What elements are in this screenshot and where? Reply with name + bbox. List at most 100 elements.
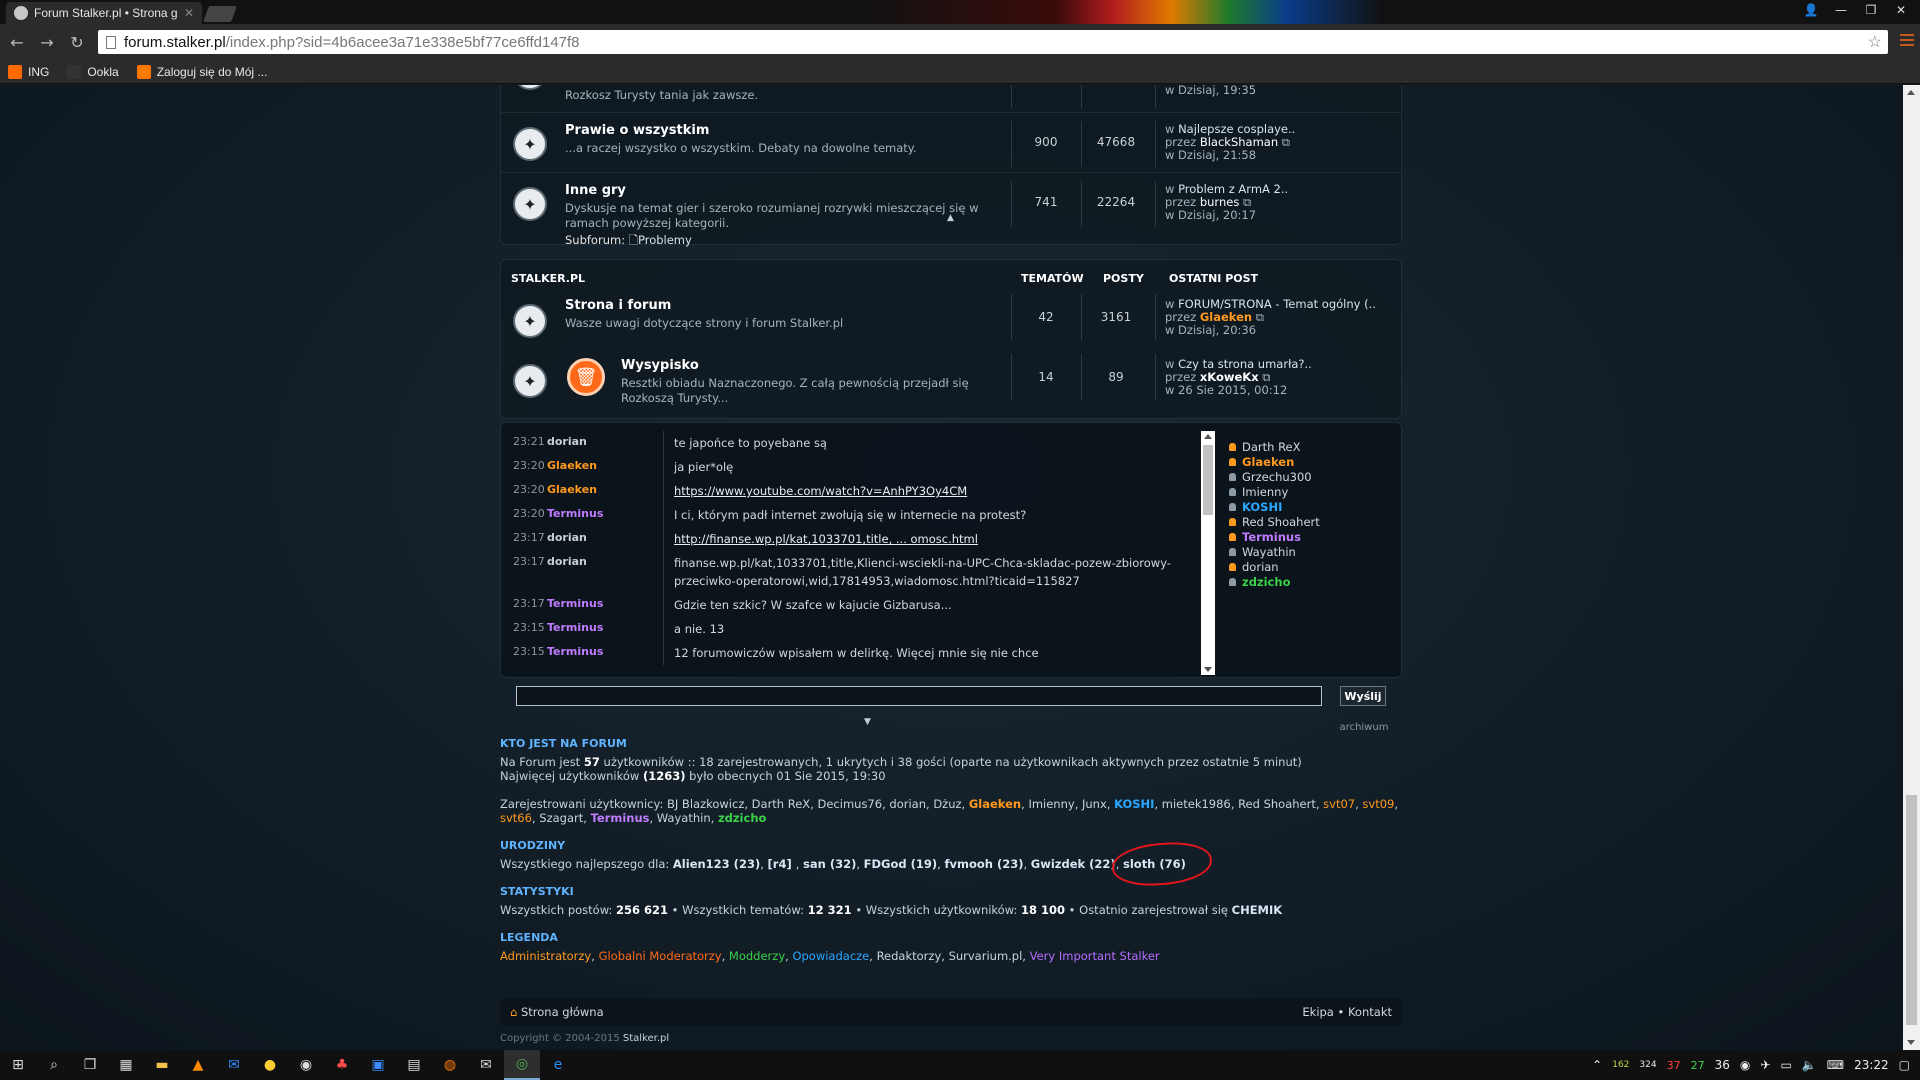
newest-user-link[interactable]: CHEMIK <box>1232 903 1283 917</box>
online-user[interactable]: Grzechu300 <box>1229 469 1389 484</box>
windows-start-icon[interactable]: ⊞ <box>0 1050 36 1080</box>
tray-expand-icon[interactable]: ⌃ <box>1592 1058 1602 1072</box>
new-tab-button[interactable] <box>203 6 237 22</box>
view-post-icon[interactable]: ⧉ <box>1243 195 1251 209</box>
shout-link[interactable]: https://www.youtube.com/watch?v=AnhPY3Oy… <box>674 484 967 498</box>
address-bar[interactable]: forum.stalker.pl/index.php?sid=4b6acee3a… <box>98 30 1888 54</box>
forward-arrow-icon[interactable]: → <box>34 29 60 55</box>
forum-title[interactable]: Strona i forum <box>565 298 671 313</box>
last-post-link[interactable]: Najlepsze cosplaye.. <box>1178 122 1295 136</box>
bookmark-ing[interactable]: ING <box>8 64 49 79</box>
forum-row[interactable]: ✦ Inne gry Dyskusje na temat gier i szer… <box>501 172 1401 247</box>
scroll-down-arrow-icon[interactable] <box>1907 1040 1915 1045</box>
birthday-user-link[interactable]: [r4] <box>768 857 796 871</box>
view-post-icon[interactable]: ⧉ <box>1282 135 1290 149</box>
messenger-icon[interactable]: ✉ <box>216 1050 252 1080</box>
subforum-link[interactable]: Problemy <box>638 233 692 247</box>
scroll-thumb[interactable] <box>1203 445 1213 515</box>
home-link[interactable]: ⌂ Strona główna <box>510 1005 604 1019</box>
registered-user-link[interactable]: zdzicho <box>718 811 766 825</box>
game-icon[interactable]: ♣ <box>324 1050 360 1080</box>
file-explorer-icon[interactable]: ▬ <box>144 1050 180 1080</box>
registered-user-link[interactable]: Imienny <box>1028 797 1074 811</box>
browser-tab[interactable]: Forum Stalker.pl • Strona g ✕ <box>6 2 202 24</box>
chrome-icon[interactable]: ◎ <box>504 1050 540 1080</box>
online-user[interactable]: Imienny <box>1229 484 1389 499</box>
shout-author[interactable]: dorian <box>547 551 663 593</box>
registered-user-link[interactable]: svt66 <box>500 811 532 825</box>
shout-author[interactable]: Terminus <box>547 593 663 617</box>
eos-icon[interactable]: ▤ <box>396 1050 432 1080</box>
forum-row[interactable]: ✦ 🗑 Wysypisko Resztki obiadu Naznaczoneg… <box>501 354 1401 414</box>
search-icon[interactable]: ⌕ <box>36 1050 72 1080</box>
shout-author[interactable]: Terminus <box>547 641 663 665</box>
registered-user-link[interactable]: BJ Blazkowicz <box>667 797 744 811</box>
forum-row[interactable]: ✦ Prawie o wszystkim ...a raczej wszystk… <box>501 112 1401 172</box>
forum-title[interactable]: Prawie o wszystkim <box>565 123 709 138</box>
keyboard-icon[interactable]: ⌨ <box>1827 1058 1844 1072</box>
legend-group-link[interactable]: Redaktorzy <box>877 949 942 963</box>
shout-author[interactable]: Terminus <box>547 617 663 641</box>
bookmark-star-icon[interactable]: ☆ <box>1868 32 1882 52</box>
online-user[interactable]: Glaeken <box>1229 454 1389 469</box>
view-post-icon[interactable]: ⧉ <box>1262 370 1270 384</box>
last-poster[interactable]: burnes <box>1200 195 1239 209</box>
online-user[interactable]: Darth ReX <box>1229 439 1389 454</box>
registered-user-link[interactable]: Terminus <box>591 811 650 825</box>
scroll-down-arrow-icon[interactable] <box>1204 667 1212 672</box>
online-user[interactable]: Red Shoahert <box>1229 514 1389 529</box>
clock[interactable]: 23:22 <box>1854 1058 1889 1072</box>
close-window-button[interactable]: ✕ <box>1888 1 1914 19</box>
wifi-icon[interactable]: ✈ <box>1760 1058 1770 1072</box>
birthday-user-link[interactable]: san (32) <box>803 857 856 871</box>
legend-group-link[interactable]: Globalni Moderatorzy <box>599 949 722 963</box>
page-scrollbar[interactable] <box>1903 85 1920 1050</box>
archive-button[interactable]: archiwum <box>1332 719 1396 737</box>
bookmark-login[interactable]: Zaloguj się do Mój ... <box>136 64 267 79</box>
registered-user-link[interactable]: svt07 <box>1323 797 1355 811</box>
scroll-up-arrow-icon[interactable] <box>1204 434 1212 439</box>
steam-icon[interactable]: ◉ <box>288 1050 324 1080</box>
back-arrow-icon[interactable]: ← <box>4 29 30 55</box>
shout-author[interactable]: Glaeken <box>547 479 663 503</box>
save-icon[interactable]: ▣ <box>360 1050 396 1080</box>
close-tab-icon[interactable]: ✕ <box>184 6 194 20</box>
view-post-icon[interactable]: ⧉ <box>1256 310 1264 324</box>
shout-author[interactable]: Terminus <box>547 503 663 527</box>
legend-group-link[interactable]: Survarium.pl <box>949 949 1023 963</box>
scroll-up-arrow-icon[interactable] <box>1907 90 1915 95</box>
legend-group-link[interactable]: Opowiadacze <box>792 949 869 963</box>
last-poster[interactable]: Glaeken <box>1200 310 1252 324</box>
bookmark-ookla[interactable]: Ookla <box>67 64 119 79</box>
steam-tray-icon[interactable]: ◉ <box>1740 1058 1750 1072</box>
birthday-user-link[interactable]: FDGod (19) <box>864 857 938 871</box>
registered-user-link[interactable]: Junx <box>1082 797 1107 811</box>
registered-user-link[interactable]: Decimus76 <box>818 797 883 811</box>
online-user[interactable]: dorian <box>1229 559 1389 574</box>
shoutbox-scrollbar[interactable] <box>1201 431 1215 675</box>
birthday-user-link[interactable]: Gwizdek (22) <box>1031 857 1116 871</box>
last-poster[interactable]: BlackShaman <box>1200 135 1278 149</box>
minimize-button[interactable]: — <box>1828 1 1854 19</box>
shout-input[interactable] <box>516 686 1322 706</box>
collapse-chevron-up-icon[interactable]: ▲ <box>947 213 954 223</box>
contact-link[interactable]: Kontakt <box>1348 1005 1392 1019</box>
shout-link[interactable]: http://finanse.wp.pl/kat,1033701,title, … <box>674 532 978 546</box>
vlc-icon[interactable]: ▲ <box>180 1050 216 1080</box>
last-poster[interactable]: xKoweKx <box>1200 370 1259 384</box>
last-post-link[interactable]: Problem z ArmA 2.. <box>1178 182 1288 196</box>
registered-user-link[interactable]: Wayathin <box>657 811 711 825</box>
online-user[interactable]: zdzicho <box>1229 574 1389 589</box>
registered-user-link[interactable]: KOSHI <box>1114 797 1154 811</box>
online-user[interactable]: Terminus <box>1229 529 1389 544</box>
expand-chevron-down-icon[interactable]: ▼ <box>864 717 871 727</box>
send-button[interactable]: Wyślij <box>1340 686 1386 706</box>
restore-button[interactable]: ❐ <box>1858 1 1884 19</box>
legend-group-link[interactable]: Administratorzy <box>500 949 591 963</box>
legend-group-link[interactable]: Modderzy <box>729 949 785 963</box>
calculator-icon[interactable]: ▦ <box>108 1050 144 1080</box>
registered-user-link[interactable]: Red Shoahert <box>1238 797 1316 811</box>
forum-title[interactable]: Inne gry <box>565 183 626 198</box>
forum-row[interactable]: ✦ Strona i forum Wasze uwagi dotyczące s… <box>501 294 1401 354</box>
notifications-icon[interactable]: ▢ <box>1899 1058 1910 1072</box>
